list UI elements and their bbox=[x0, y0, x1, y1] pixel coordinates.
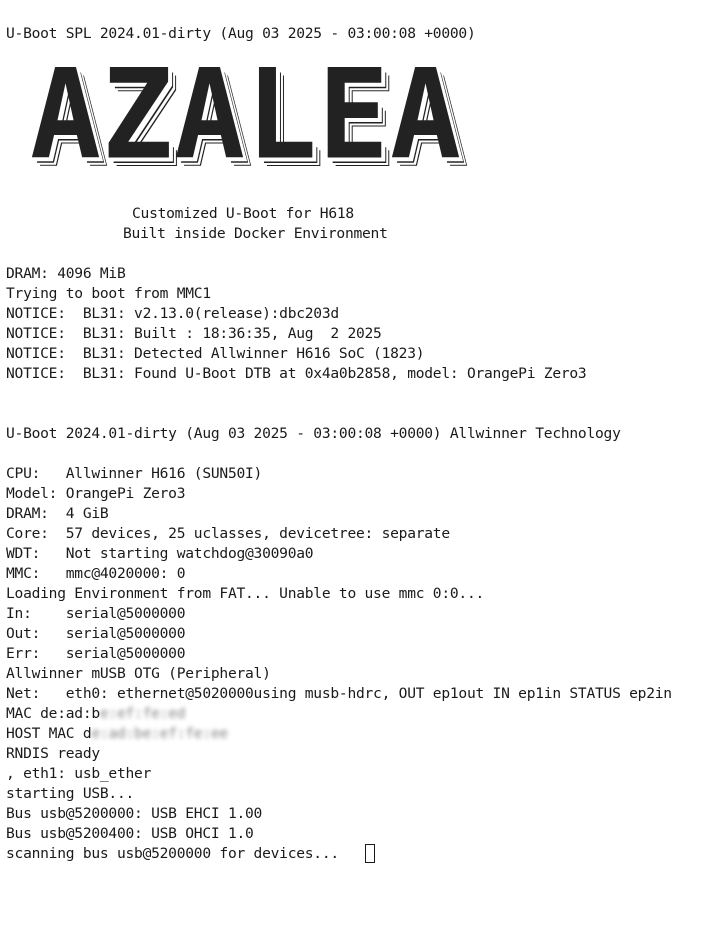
uboot-header-line: U-Boot 2024.01-dirty (Aug 03 2025 - 03:0… bbox=[6, 425, 621, 442]
mac-line: MAC de:ad:be:ef:fe:ed bbox=[6, 704, 186, 724]
host-mac-label: HOST MAC d bbox=[6, 725, 92, 742]
banner-letter-2: Z bbox=[102, 42, 174, 187]
net-line: Net: eth0: ethernet@5020000using musb-hd… bbox=[6, 685, 672, 702]
host-mac-redacted: e:ad:be:ef:fe:ee bbox=[91, 725, 228, 742]
banner-letter-5: E bbox=[318, 42, 390, 187]
eth1-line: , eth1: usb_ether bbox=[6, 765, 152, 782]
serial-console[interactable]: U-Boot SPL 2024.01-dirty (Aug 03 2025 - … bbox=[0, 0, 725, 937]
cpu-line: CPU: Allwinner H616 (SUN50I) bbox=[6, 465, 263, 482]
stderr-line: Err: serial@5000000 bbox=[6, 645, 186, 662]
bl31-notice-line: NOTICE: BL31: v2.13.0(release):dbc203d bbox=[6, 305, 339, 322]
core-line: Core: 57 devices, 25 uclasses, devicetre… bbox=[6, 525, 450, 542]
boot-from-line: Trying to boot from MMC1 bbox=[6, 285, 211, 302]
bl31-notice-line: NOTICE: BL31: Detected Allwinner H616 So… bbox=[6, 345, 425, 362]
spl-dram-line: DRAM: 4096 MiB bbox=[6, 265, 126, 282]
stdout-line: Out: serial@5000000 bbox=[6, 625, 186, 642]
mmc-line: MMC: mmc@4020000: 0 bbox=[6, 565, 186, 582]
environment-line: Loading Environment from FAT... Unable t… bbox=[6, 585, 485, 602]
azalea-ascii-banner: A Z A L E A bbox=[30, 42, 466, 187]
usb-start-line: starting USB... bbox=[6, 785, 135, 802]
spl-header-line: U-Boot SPL 2024.01-dirty (Aug 03 2025 - … bbox=[6, 25, 476, 42]
dram-line: DRAM: 4 GiB bbox=[6, 505, 109, 522]
host-mac-line: HOST MAC de:ad:be:ef:fe:ee bbox=[6, 724, 228, 744]
ehci-line: Bus usb@5200000: USB EHCI 1.00 bbox=[6, 805, 263, 822]
bl31-notice-line: NOTICE: BL31: Found U-Boot DTB at 0x4a0b… bbox=[6, 365, 587, 382]
banner-letter-1: A bbox=[30, 42, 102, 187]
scanning-line: scanning bus usb@5200000 for devices... bbox=[6, 845, 348, 862]
mac-label: MAC de:ad:b bbox=[6, 705, 100, 722]
model-line: Model: OrangePi Zero3 bbox=[6, 485, 186, 502]
banner-subtitle-2: Built inside Docker Environment bbox=[123, 225, 388, 242]
rndis-line: RNDIS ready bbox=[6, 745, 100, 762]
banner-subtitle-1: Customized U-Boot for H618 bbox=[132, 205, 354, 222]
banner-letter-6: A bbox=[390, 42, 462, 187]
banner-letter-3: A bbox=[174, 42, 246, 187]
musb-line: Allwinner mUSB OTG (Peripheral) bbox=[6, 665, 271, 682]
mac-redacted: e:ef:fe:ed bbox=[99, 705, 186, 722]
stdin-line: In: serial@5000000 bbox=[6, 605, 186, 622]
ohci-line: Bus usb@5200400: USB OHCI 1.0 bbox=[6, 825, 254, 842]
banner-letter-4: L bbox=[246, 42, 318, 187]
text-cursor[interactable] bbox=[365, 844, 375, 863]
wdt-line: WDT: Not starting watchdog@30090a0 bbox=[6, 545, 314, 562]
bl31-notice-line: NOTICE: BL31: Built : 18:36:35, Aug 2 20… bbox=[6, 325, 382, 342]
